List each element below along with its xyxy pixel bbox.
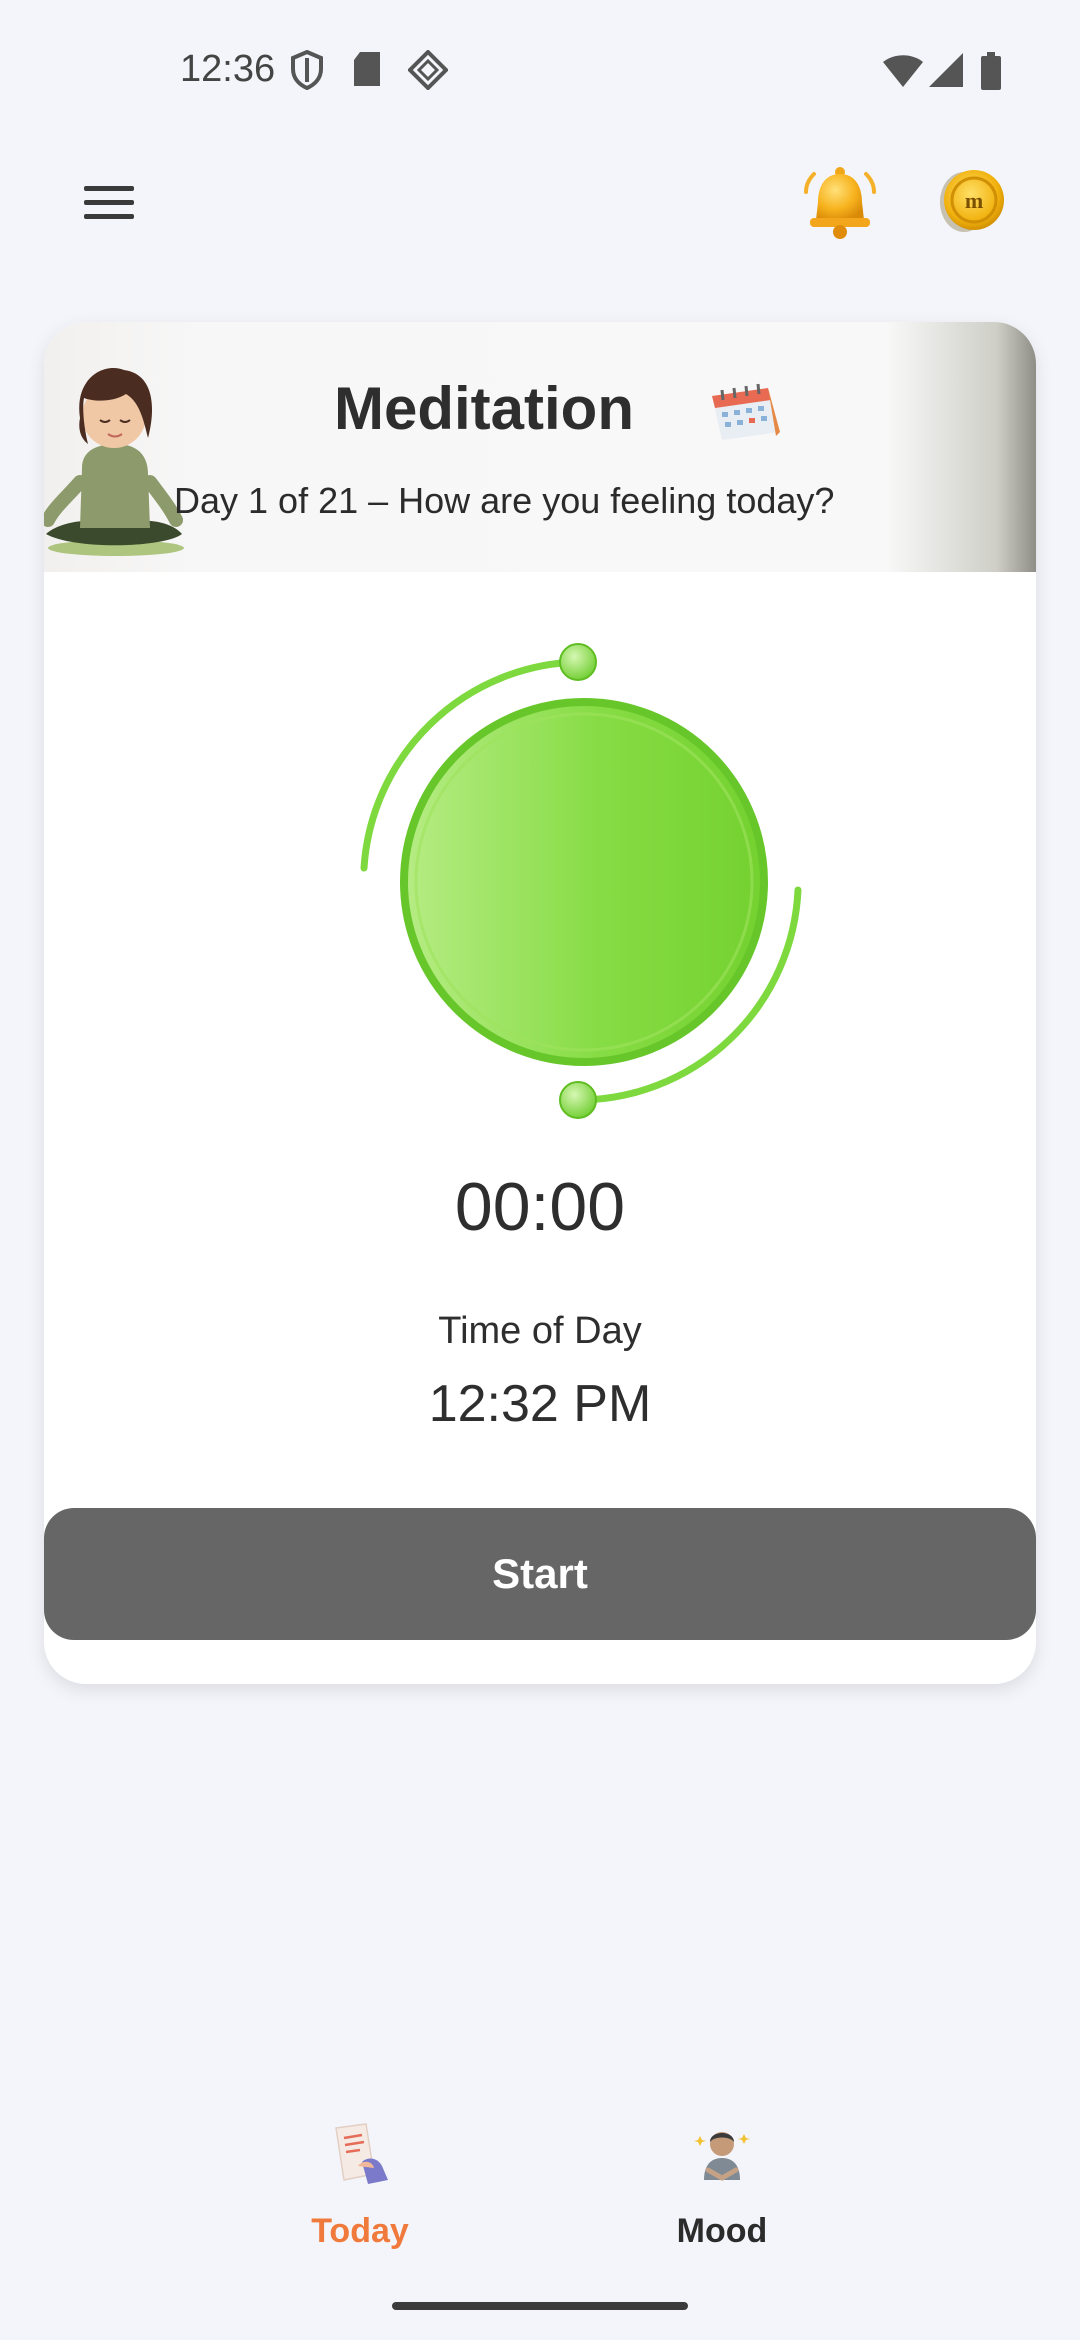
nav-label-mood: Mood [676, 2212, 768, 2250]
hamburger-menu-icon [84, 186, 134, 191]
shield-icon [291, 50, 323, 90]
hamburger-line [84, 200, 134, 205]
coins-button[interactable]: m [930, 160, 1010, 240]
status-bar: 12:36 [0, 0, 1080, 140]
card-header: Meditation Day 1 of 21 – How are you fee… [44, 322, 1036, 572]
meditating-girl-illustration [44, 368, 184, 556]
svg-text:m: m [965, 188, 983, 213]
battery-icon [981, 52, 1001, 90]
nav-label-today: Today [311, 2212, 409, 2250]
time-of-day-label: Time of Day [438, 1310, 642, 1352]
start-button[interactable]: Start [44, 1508, 1036, 1640]
nav-item-today[interactable]: Today [260, 2122, 460, 2252]
nav-item-mood[interactable]: Mood [622, 2122, 822, 2252]
app-diamond-icon [408, 50, 448, 90]
sd-card-icon [354, 52, 380, 86]
calendar-icon [712, 383, 780, 440]
notifications-button[interactable] [800, 162, 880, 242]
timer-display: 00:00 [454, 1169, 626, 1245]
hamburger-line [84, 214, 134, 219]
coin-icon: m [940, 170, 1004, 232]
person-meditating-icon [694, 2132, 750, 2181]
time-of-day-value: 12:32 PM [428, 1375, 652, 1433]
card-subtitle: Day 1 of 21 – How are you feeling today? [174, 480, 835, 521]
meditation-card: Meditation Day 1 of 21 – How are you fee… [44, 322, 1036, 1684]
screen: 12:36 m Meditation Day 1 of 21 – How are… [0, 0, 1080, 2340]
signal-icon [929, 53, 963, 87]
card-title: Meditation [334, 375, 634, 442]
journal-icon [335, 2123, 388, 2184]
wifi-icon [883, 55, 923, 87]
timer-circle-graphic[interactable] [314, 622, 834, 1142]
menu-button[interactable] [78, 178, 144, 226]
home-indicator[interactable] [392, 2302, 688, 2310]
bell-icon [804, 167, 876, 239]
status-time: 12:36 [180, 48, 276, 90]
